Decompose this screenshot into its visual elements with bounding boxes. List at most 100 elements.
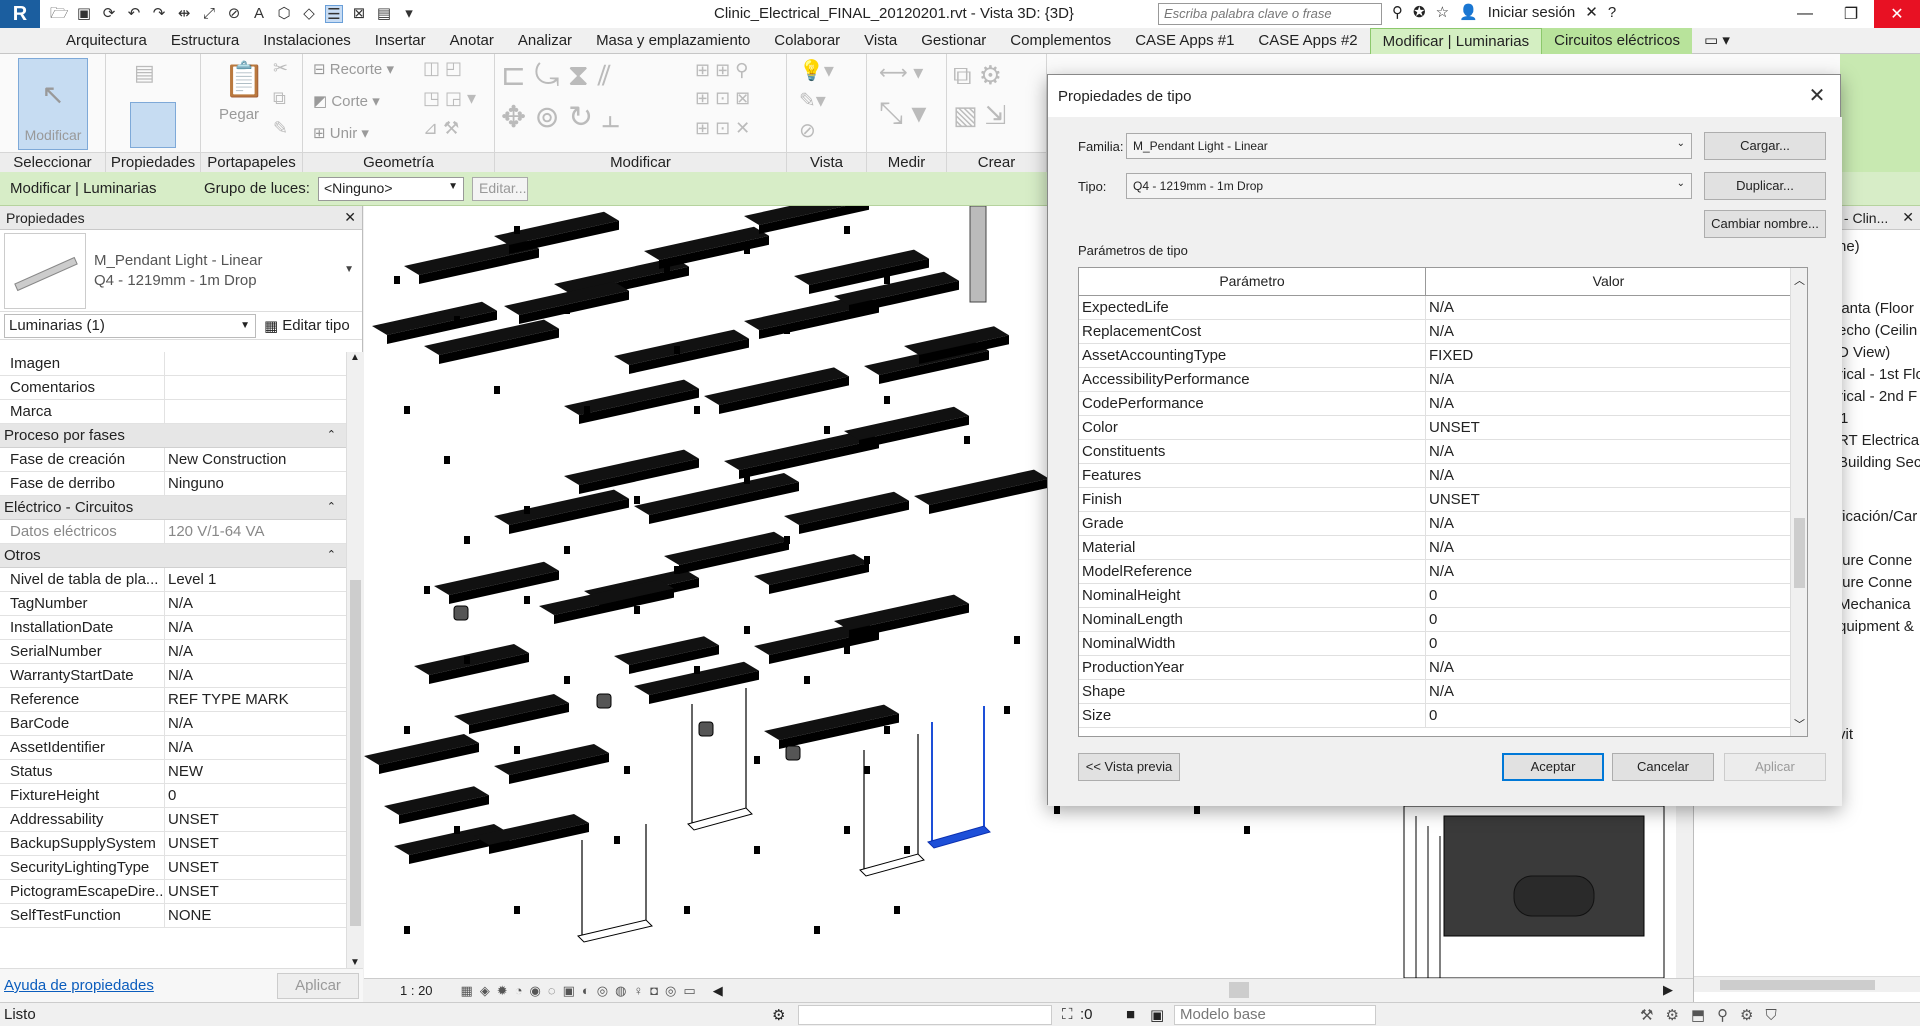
scroll-down-icon[interactable]: ﹀ [1794, 716, 1805, 732]
close-icon[interactable]: ✕ [1902, 209, 1914, 226]
tab-modificar-luminarias[interactable]: Modificar | Luminarias [1369, 27, 1543, 54]
family-select[interactable]: M_Pendant Light - Linear ⌄ [1126, 133, 1692, 159]
duplicate-button[interactable]: Duplicar... [1704, 172, 1826, 200]
close-hidden-icon[interactable]: ⊠ [350, 5, 368, 23]
copy-icon[interactable]: ⧉ [273, 88, 286, 109]
modify-button[interactable]: ↖ Modificar [18, 58, 88, 150]
tab-estructura[interactable]: Estructura [159, 28, 251, 54]
browser-hscrollbar[interactable] [1694, 976, 1920, 992]
column-parameter[interactable]: Parámetro [1079, 268, 1426, 295]
dimension-icon[interactable]: ⤢ [200, 5, 218, 23]
subscription-icon[interactable]: ✪ [1413, 3, 1426, 21]
parameter-value[interactable]: N/A [1426, 368, 1792, 391]
scroll-thumb[interactable] [350, 580, 361, 926]
browser-item[interactable]: echo (Ceilin [1838, 322, 1917, 339]
close-icon[interactable]: ✕ [1804, 83, 1830, 109]
apply-button[interactable]: Aplicar [277, 972, 359, 999]
pendant-light-fixture[interactable] [927, 706, 991, 849]
property-value[interactable]: Ninguno [165, 472, 346, 495]
pendant-light-fixture[interactable] [859, 734, 925, 877]
user-icon[interactable]: 👤 [1459, 3, 1478, 21]
property-value[interactable]: N/A [165, 736, 346, 759]
type-select[interactable]: Q4 - 1219mm - 1m Drop ⌄ [1126, 173, 1692, 199]
edit-type-button[interactable]: ▦ Editar tipo [264, 317, 350, 335]
tab-case-apps-2[interactable]: CASE Apps #2 [1246, 28, 1369, 54]
dimension-tool-icon[interactable]: ⤡ ▾ [879, 96, 926, 131]
undo-icon[interactable]: ↶ [125, 5, 143, 23]
parameter-value[interactable]: FIXED [1426, 344, 1792, 367]
view-control-icons[interactable]: ▦◈✹◔◉◌▣◐◎◍♀◘◎▭ [461, 983, 703, 999]
close-icon[interactable]: ✕ [344, 209, 356, 226]
property-value[interactable]: N/A [165, 712, 346, 735]
rename-button[interactable]: Cambiar nombre... [1704, 210, 1826, 238]
app-logo[interactable]: R [0, 0, 40, 28]
property-value[interactable]: 0 [165, 784, 346, 807]
exchange-icon[interactable]: ✕ [1585, 3, 1598, 21]
thin-lines-icon[interactable]: ☰ [325, 5, 343, 23]
tab-colaborar[interactable]: Colaborar [762, 28, 852, 54]
property-value[interactable]: N/A [165, 616, 346, 639]
property-value[interactable]: N/A [165, 592, 346, 615]
design-option-select[interactable]: Modelo base [1174, 1005, 1376, 1025]
property-value[interactable]: N/A [165, 640, 346, 663]
measure-tool-icon[interactable]: ⟷ ▾ [879, 60, 923, 85]
tab-arquitectura[interactable]: Arquitectura [0, 28, 159, 54]
tab-complementos[interactable]: Complementos [998, 28, 1123, 54]
scroll-up-icon[interactable]: ︿ [1794, 272, 1805, 288]
redo-icon[interactable]: ↷ [150, 5, 168, 23]
parameter-value[interactable]: N/A [1426, 560, 1792, 583]
paint-icon[interactable]: ◳ ◲ ▾ [423, 88, 476, 109]
save-icon[interactable]: ▣ [75, 5, 93, 23]
load-button[interactable]: Cargar... [1704, 132, 1826, 160]
tab-insertar[interactable]: Insertar [363, 28, 438, 54]
scale-icon[interactable]: ⊞ ⊡ ⊠ [695, 88, 750, 109]
property-value[interactable]: UNSET [165, 880, 346, 903]
parameter-value[interactable]: N/A [1426, 464, 1792, 487]
property-value[interactable]: New Construction [165, 448, 346, 471]
linework-icon[interactable]: ⊘ [799, 118, 816, 143]
property-value[interactable]: UNSET [165, 832, 346, 855]
view-scale[interactable]: 1 : 20 [400, 983, 433, 998]
parameter-value[interactable]: N/A [1426, 320, 1792, 343]
column-value[interactable]: Valor [1426, 268, 1792, 295]
cut-geometry-button[interactable]: ◩ Corte ▾ [313, 92, 380, 110]
browser-item[interactable]: RT Electrica [1838, 432, 1919, 449]
ok-button[interactable]: Aceptar [1502, 753, 1604, 781]
property-value[interactable] [165, 376, 346, 399]
section-icon[interactable]: ◇ [300, 5, 318, 23]
grid-scroll-thumb[interactable] [1794, 518, 1805, 588]
parameter-value[interactable]: N/A [1426, 536, 1792, 559]
parameter-value[interactable]: 0 [1426, 632, 1792, 655]
demolish-icon[interactable]: ⊿ ⚒ [423, 118, 459, 139]
text-icon[interactable]: A [250, 5, 268, 23]
switch-windows-icon[interactable]: ▤ [375, 5, 393, 23]
browser-item[interactable]: ture Conne [1838, 574, 1912, 591]
tag-icon[interactable]: ⊘ [225, 5, 243, 23]
property-value[interactable]: N/A [165, 664, 346, 687]
create-similar-icon[interactable]: ▧ ⇲ [953, 100, 1007, 131]
type-selector[interactable]: M_Pendant Light - Linear Q4 - 1219mm - 1… [0, 230, 362, 312]
workset-select[interactable] [798, 1005, 1052, 1025]
property-value[interactable] [165, 352, 346, 375]
3d-view-icon[interactable]: ⬡ [275, 5, 293, 23]
tab-analizar[interactable]: Analizar [506, 28, 584, 54]
property-group-header[interactable]: Proceso por fases ⌃ [0, 424, 346, 448]
favorites-icon[interactable]: ☆ [1436, 3, 1449, 21]
parameter-value[interactable]: 0 [1426, 704, 1792, 727]
property-value[interactable] [165, 400, 346, 423]
design-option-toggle-icon[interactable]: ▣ [1150, 1006, 1164, 1024]
sync-icon[interactable]: ⟳ [100, 5, 118, 23]
paste-icon[interactable]: 📋 [223, 60, 265, 100]
property-group-header[interactable]: Eléctrico - Circuitos ⌃ [0, 496, 346, 520]
delete-icon[interactable]: ⊞ ⊡ ✕ [695, 118, 750, 139]
grid-scrollbar[interactable]: ︿ ﹀ [1790, 268, 1807, 736]
parameter-value[interactable]: N/A [1426, 656, 1792, 679]
browser-item[interactable]: rical - 1st Flo [1838, 366, 1920, 383]
scroll-left-icon[interactable]: ◀ [713, 983, 723, 999]
search-input[interactable]: Escriba palabra clave o frase [1158, 3, 1382, 25]
measure-icon[interactable]: ⇹ [175, 5, 193, 23]
light-group-select[interactable]: <Ninguno> ▼ [318, 176, 464, 201]
scroll-right-icon[interactable]: ▶ [1663, 982, 1673, 998]
tab-vista[interactable]: Vista [852, 28, 909, 54]
move-icon[interactable]: ✥ ⊚ ↻ ⫠ [501, 100, 620, 135]
